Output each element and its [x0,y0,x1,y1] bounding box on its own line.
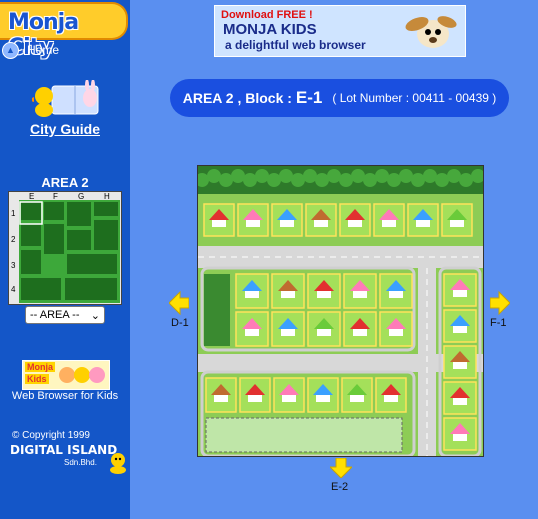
hedge-bush [423,169,437,183]
hedge-bush [447,169,461,183]
area-select-value: -- AREA -- [30,309,80,321]
hedge-bush [219,173,233,187]
hedge-bush [279,169,293,183]
kids-mascots-icon [59,367,105,383]
house-lot[interactable] [341,377,373,413]
house-lot[interactable] [239,377,271,413]
area-minimap[interactable]: E F G H 1 2 3 4 [8,191,122,305]
hedge-bush [411,173,425,187]
monja-kids-download-banner[interactable]: Download FREE ! MONJA KIDS a delightful … [214,5,466,57]
dog-mascot-icon [405,16,457,48]
house-lot[interactable] [271,311,305,347]
house-lot[interactable] [307,273,341,309]
house-lot[interactable] [373,203,405,237]
city-guide-icon[interactable] [32,80,102,118]
east-block-label[interactable]: F-1 [490,317,507,329]
house-lot[interactable] [339,203,371,237]
minimap-col-h: H [104,192,110,201]
east-arrow-button[interactable] [490,291,510,315]
hedge-bush [315,173,329,187]
house-lot[interactable] [443,309,477,343]
west-block-label[interactable]: D-1 [171,317,189,329]
banner-subtitle: a delightful web browser [225,38,366,52]
block-map[interactable] [197,165,484,457]
monja-kids-badge[interactable]: Monja Kids [22,360,110,390]
hedge-bush [231,169,245,183]
house-lot[interactable] [443,273,477,307]
digital-island-sub: Sdn.Bhd. [64,458,97,467]
hedge-bush [207,169,221,183]
hedge-bush [327,169,341,183]
house-lot[interactable] [235,273,269,309]
house-lot[interactable] [273,377,305,413]
hedge-bush [435,173,449,187]
house-lot[interactable] [343,311,377,347]
banner-title: MONJA KIDS [223,21,317,38]
house-lot[interactable] [307,377,339,413]
block-prefix: AREA 2 , Block : [182,90,292,106]
area-title: AREA 2 [41,175,89,190]
minimap-row-4: 4 [11,285,16,294]
monja-city-logo[interactable]: Monja City [0,2,128,60]
house-lot[interactable] [307,311,341,347]
house-lot[interactable] [205,377,237,413]
digital-island-logo: DIGITAL ISLAND [10,443,118,457]
house-lot[interactable] [343,273,377,309]
city-guide-link[interactable]: City Guide [0,121,130,137]
hedge-bush [459,173,473,187]
house-lot[interactable] [407,203,439,237]
south-arrow-button[interactable] [330,458,352,478]
home-link[interactable]: ▲ Home [2,41,60,59]
minimap-row-1: 1 [11,209,16,218]
house-lot[interactable] [379,311,413,347]
hedge-bush [399,169,413,183]
house-lot[interactable] [375,377,407,413]
south-block-label[interactable]: E-2 [331,481,348,493]
lot-range: ( Lot Number : 00411 - 00439 ) [332,91,497,105]
house-lot[interactable] [443,345,477,379]
minimap-col-g: G [78,192,84,201]
hedge-bush [375,169,389,183]
minimap-col-f: F [53,192,58,201]
hedge-bush [255,169,269,183]
house-lot[interactable] [441,203,473,237]
home-label: Home [27,43,60,57]
badge-line1: Monja [25,362,55,372]
chevron-down-icon: ⌄ [90,309,100,322]
minimap-col-e: E [29,192,34,201]
house-lot[interactable] [443,417,477,451]
hedge-bush [387,173,401,187]
sidebar: Monja City ▲ Home City Guide AREA 2 E F [0,0,130,519]
block-info-pill: AREA 2 , Block : E-1 ( Lot Number : 0041… [170,79,509,117]
minimap-row-2: 2 [11,235,16,244]
house-lot[interactable] [305,203,337,237]
web-browser-link[interactable]: Web Browser for Kids [0,390,130,402]
hedge-bush [339,173,353,187]
house-lot[interactable] [271,273,305,309]
house-lot[interactable] [203,203,235,237]
house-lot[interactable] [271,203,303,237]
block-id: E-1 [295,88,323,107]
banner-download-text: Download FREE ! [221,9,313,21]
up-arrow-icon: ▲ [2,41,19,59]
copyright-text: © Copyright 1999 [12,430,90,441]
area-select[interactable]: -- AREA -- ⌄ [25,306,105,324]
hedge-bush [351,169,365,183]
house-lot[interactable] [379,273,413,309]
hedge-bush [303,169,317,183]
hedge-bush [363,173,377,187]
minimap-row-3: 3 [11,261,16,270]
hedge-bush [243,173,257,187]
house-lot[interactable] [237,203,269,237]
house-lot[interactable] [235,311,269,347]
badge-line2: Kids [25,374,49,384]
house-lot[interactable] [443,381,477,415]
west-arrow-button[interactable] [169,291,189,315]
duck-mascot-icon [110,453,126,474]
hedge-bush [291,173,305,187]
hedge-bush [267,173,281,187]
